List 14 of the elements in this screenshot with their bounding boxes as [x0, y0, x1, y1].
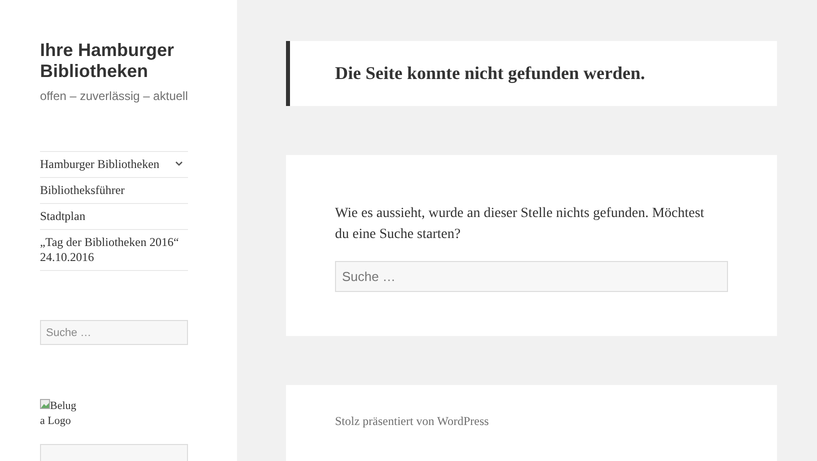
site-tagline: offen – zuverlässig – aktuell: [40, 88, 188, 105]
chevron-down-icon[interactable]: [175, 161, 183, 167]
menu-link[interactable]: „Tag der Bibliotheken 2016“ 24.10.2016: [40, 230, 188, 271]
broken-image-icon: [40, 399, 50, 409]
search-field[interactable]: Suche …: [40, 320, 188, 345]
page-title: Die Seite konnte nicht gefunden werden.: [335, 62, 645, 85]
site-title[interactable]: Ihre Hamburger Bibliotheken: [40, 40, 188, 82]
menu-link[interactable]: Bibliotheksführer: [40, 178, 188, 204]
search-field[interactable]: Suche …: [335, 260, 728, 292]
logo-alt-text: Beluga Logo: [40, 399, 78, 429]
menu-link[interactable]: Hamburger Bibliotheken: [40, 152, 188, 178]
message-text: Wie es aussieht, wurde an dieser Stelle nichts gefunden. Möchtest du eine Suche starten?: [335, 204, 706, 244]
footer-credit[interactable]: Stolz präsentiert von WordPress: [335, 414, 489, 428]
menu-link[interactable]: Stadtplan: [40, 204, 188, 230]
